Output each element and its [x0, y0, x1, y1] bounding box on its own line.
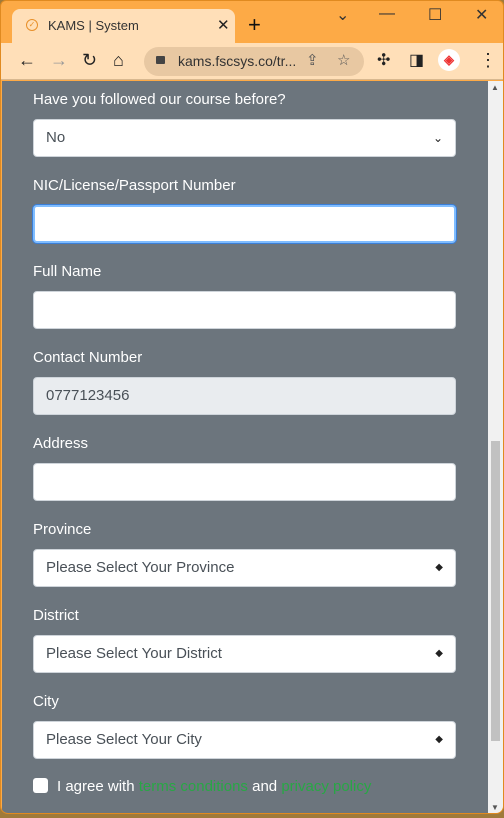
reload-icon[interactable]: ↻ [82, 50, 97, 71]
side-panel-icon[interactable]: ◨ [409, 50, 424, 70]
menu-icon[interactable]: ⋮ [479, 50, 497, 71]
browser-tab[interactable]: ✓ KAMS | System ✕ [12, 9, 235, 43]
star-icon[interactable]: ☆ [337, 51, 350, 69]
share-icon[interactable]: ⇪ [306, 51, 319, 69]
district-value: Please Select Your District [46, 645, 222, 662]
city-value: Please Select Your City [46, 731, 202, 748]
agree-checkbox[interactable] [33, 778, 48, 793]
tab-bar: ✓ KAMS | System ✕ + ⌄ — ☐ ✕ [1, 1, 503, 43]
agree-row: I agree with terms conditions and privac… [33, 778, 371, 795]
scrollbar[interactable]: ▲ ▼ [488, 81, 503, 813]
district-label: District [33, 607, 79, 624]
toolbar: ← → ↻ ⌂ kams.fscsys.co/tr... ⇪ ☆ ✣ ◨ ◈ ⋮ [1, 43, 503, 80]
nic-label: NIC/License/Passport Number [33, 177, 236, 194]
province-select[interactable]: Please Select Your Province ◆ [33, 549, 456, 587]
close-tab-icon[interactable]: ✕ [217, 16, 230, 34]
extensions-icon[interactable]: ✣ [377, 50, 390, 70]
name-label: Full Name [33, 263, 102, 280]
sort-arrows-icon: ◆ [435, 648, 443, 659]
nic-input[interactable] [33, 205, 456, 243]
favicon-icon: ✓ [26, 19, 38, 31]
profile-avatar[interactable]: ◈ [438, 49, 460, 71]
close-window-button[interactable]: ✕ [475, 5, 488, 25]
sort-arrows-icon: ◆ [435, 562, 443, 573]
home-icon[interactable]: ⌂ [113, 50, 124, 71]
sort-arrows-icon: ◆ [435, 734, 443, 745]
scrollbar-thumb[interactable] [491, 441, 500, 741]
district-select[interactable]: Please Select Your District ◆ [33, 635, 456, 673]
browser-window: ✓ KAMS | System ✕ + ⌄ — ☐ ✕ ← → ↻ ⌂ kams… [0, 0, 504, 814]
terms-link[interactable]: terms conditions [139, 778, 248, 795]
lock-icon [156, 56, 165, 64]
full-name-input[interactable] [33, 291, 456, 329]
province-value: Please Select Your Province [46, 559, 235, 576]
course-select[interactable]: No ⌄ [33, 119, 456, 157]
maximize-button[interactable]: ☐ [428, 5, 442, 25]
minimize-button[interactable]: — [379, 5, 395, 23]
address-label: Address [33, 435, 89, 452]
tab-search-icon[interactable]: ⌄ [336, 5, 349, 25]
address-bar[interactable]: kams.fscsys.co/tr... ⇪ ☆ [144, 47, 364, 76]
province-label: Province [33, 521, 92, 538]
url-text: kams.fscsys.co/tr... [178, 53, 297, 69]
tab-title: KAMS | System [48, 18, 139, 33]
privacy-link[interactable]: privacy policy [281, 778, 371, 795]
and-text: and [252, 778, 278, 795]
chevron-down-icon: ⌄ [432, 131, 443, 145]
forward-icon[interactable]: → [50, 50, 68, 71]
contact-input[interactable]: 0777123456 [33, 377, 456, 415]
back-icon[interactable]: ← [18, 50, 36, 71]
new-tab-button[interactable]: + [248, 12, 261, 38]
course-value: No [46, 129, 66, 146]
address-input[interactable] [33, 463, 456, 501]
city-select[interactable]: Please Select Your City ◆ [33, 721, 456, 759]
scroll-up-icon[interactable]: ▲ [491, 83, 499, 92]
contact-label: Contact Number [33, 349, 143, 366]
scroll-down-icon[interactable]: ▼ [491, 803, 499, 812]
city-label: City [33, 693, 59, 710]
course-label: Have you followed our course before? [33, 91, 286, 108]
agree-text: I agree with [57, 778, 135, 795]
